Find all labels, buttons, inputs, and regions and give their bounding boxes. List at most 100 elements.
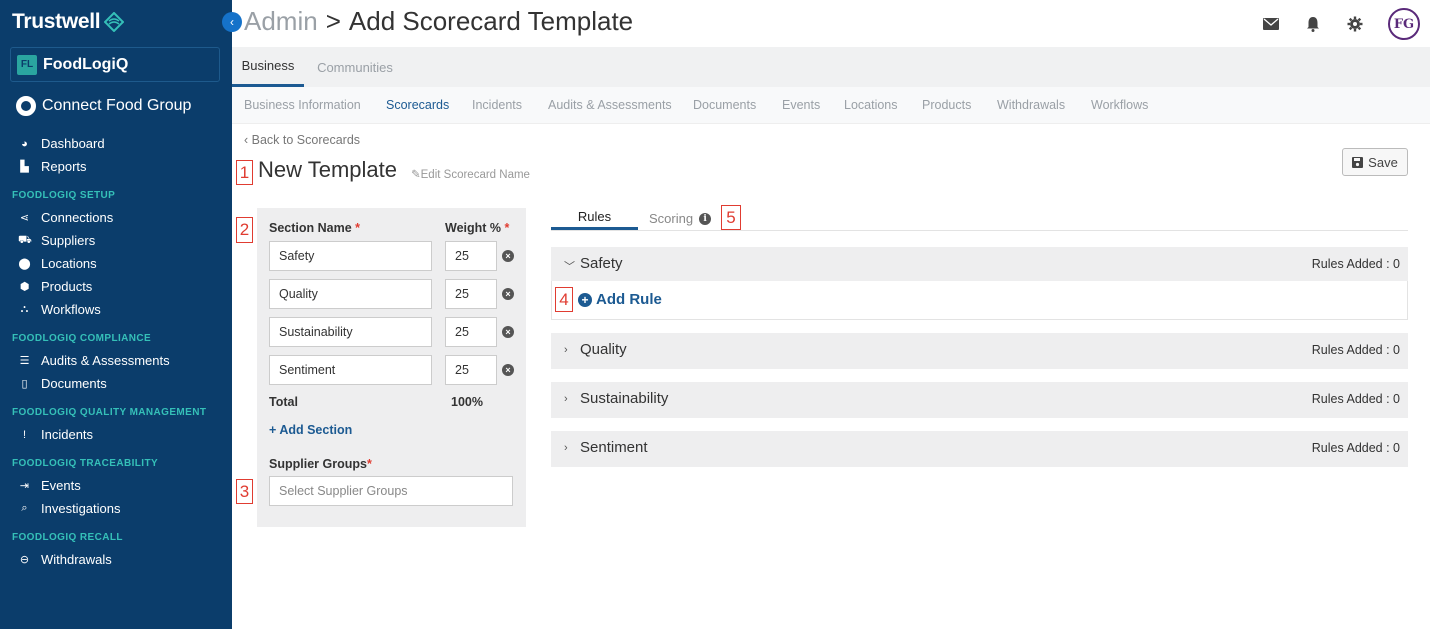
breadcrumb-admin[interactable]: Admin (244, 6, 318, 37)
tab-scoring-label: Scoring (649, 211, 694, 226)
breadcrumb-current: Add Scorecard Template (348, 6, 634, 36)
trustwell-logo[interactable]: Trustwell (12, 10, 125, 34)
tab-rules[interactable]: Rules (551, 209, 638, 230)
rules-count: Rules Added : 0 (1311, 392, 1400, 406)
sidebar-item-events[interactable]: ⇥ Events (18, 478, 81, 493)
sidebar-item-reports[interactable]: ▙ Reports (18, 159, 87, 174)
org-avatar-icon (16, 96, 36, 116)
accordion-safety-body (551, 281, 1408, 320)
section-weight-input[interactable]: 25 (445, 317, 497, 347)
rules-count: Rules Added : 0 (1311, 343, 1400, 357)
section-name-input[interactable]: Quality (269, 279, 432, 309)
marker-3: 3 (236, 479, 253, 504)
back-to-scorecards-link[interactable]: ‹ Back to Scorecards (244, 133, 360, 147)
edit-name-label: Edit Scorecard Name (420, 169, 530, 181)
weight-label: Weight % * (445, 221, 510, 235)
section-name-input[interactable]: Safety (269, 241, 432, 271)
tab-audits-assessments[interactable]: Audits & Assessments (548, 98, 672, 112)
sidebar-item-locations[interactable]: ⬤ Locations (18, 256, 97, 271)
org-switcher[interactable]: Connect Food Group (16, 96, 191, 116)
tab-communities[interactable]: Communities (312, 47, 398, 87)
product-switcher[interactable]: FL FoodLogiQ (10, 47, 220, 82)
marker-4: 4 (555, 287, 573, 312)
tab-withdrawals[interactable]: Withdrawals (997, 98, 1065, 112)
brand-name: Trustwell (12, 10, 101, 33)
trustwell-wave-icon (104, 12, 125, 32)
envelope-icon[interactable] (1262, 15, 1280, 33)
tab-incidents[interactable]: Incidents (472, 98, 522, 112)
sidebar-item-workflows[interactable]: ⛬ Workflows (18, 302, 101, 317)
sidebar-item-dashboard[interactable]: ◕ Dashboard (18, 136, 104, 151)
tab-locations[interactable]: Locations (844, 98, 898, 112)
tab-documents[interactable]: Documents (693, 98, 756, 112)
add-section-button[interactable]: + Add Section (269, 423, 352, 437)
sidebar-item-suppliers[interactable]: ⛟ Suppliers (18, 233, 95, 248)
tab-scorecards[interactable]: Scorecards (386, 98, 449, 112)
accordion-title: Quality (580, 341, 627, 358)
save-button[interactable]: Save (1342, 148, 1408, 176)
remove-section-icon[interactable]: × (502, 250, 514, 262)
pencil-icon: ✎ (411, 169, 421, 181)
sidebar-item-incidents[interactable]: ! Incidents (18, 427, 93, 442)
tab-products[interactable]: Products (922, 98, 971, 112)
sidebar-collapse-button[interactable]: ‹ (222, 12, 242, 32)
sidebar-item-audits[interactable]: ☰ Audits & Assessments (18, 353, 170, 368)
bell-icon[interactable] (1304, 15, 1322, 33)
add-rule-button[interactable]: + Add Rule (578, 291, 662, 308)
sidebar-item-label: Products (41, 279, 93, 294)
sidebar-item-label: Investigations (41, 501, 121, 516)
back-link-label: Back to Scorecards (251, 133, 361, 147)
marker-2: 2 (236, 217, 253, 243)
tab-business[interactable]: Business (232, 47, 304, 87)
tab-divider (551, 230, 1408, 231)
sidebar-item-documents[interactable]: ▯ Documents (18, 376, 106, 391)
rules-count: Rules Added : 0 (1311, 257, 1400, 271)
sidebar-item-connections[interactable]: ⋖ Connections (18, 210, 113, 225)
sidebar-item-label: Connections (41, 210, 114, 225)
plus-circle-icon: + (578, 292, 592, 307)
sidebar-item-label: Locations (41, 256, 97, 271)
accordion-sustainability[interactable]: › Sustainability Rules Added : 0 (551, 382, 1408, 418)
map-pin-icon: ⬤ (18, 258, 31, 270)
section-weight-input[interactable]: 25 (445, 279, 497, 309)
gear-icon[interactable] (1346, 15, 1364, 33)
edit-scorecard-name-link[interactable]: ✎Edit Scorecard Name (411, 167, 530, 181)
section-weight-input[interactable]: 25 (445, 241, 497, 271)
sidebar: Trustwell FL FoodLogiQ Connect Food Grou… (0, 0, 232, 629)
add-section-label: Add Section (279, 423, 353, 437)
minus-circle-icon: ⊖ (19, 554, 30, 566)
chevron-down-icon: ﹀ (564, 261, 575, 273)
tab-scoring[interactable]: Scoring i (649, 211, 712, 226)
nav-section-recall: FOODLOGIQ RECALL (12, 532, 123, 543)
exclamation-icon: ! (22, 428, 27, 441)
tab-workflows[interactable]: Workflows (1091, 98, 1148, 112)
tab-events[interactable]: Events (782, 98, 820, 112)
user-avatar[interactable]: FG (1388, 8, 1420, 40)
sidebar-item-investigations[interactable]: ⌕ Investigations (18, 501, 121, 516)
section-weight-input[interactable]: 25 (445, 355, 497, 385)
foodlogiq-logo-icon: FL (17, 54, 37, 75)
save-label: Save (1368, 154, 1398, 170)
nav-section-setup: FOODLOGIQ SETUP (12, 190, 116, 201)
file-icon: ▯ (21, 378, 28, 390)
accordion-safety[interactable]: ﹀ Safety Rules Added : 0 (551, 247, 1408, 283)
page-header: Admin > Add Scorecard Template FG (232, 0, 1430, 46)
remove-section-icon[interactable]: × (502, 364, 514, 376)
supplier-groups-select[interactable]: Select Supplier Groups (269, 476, 513, 506)
accordion-quality[interactable]: › Quality Rules Added : 0 (551, 333, 1408, 369)
accordion-sentiment[interactable]: › Sentiment Rules Added : 0 (551, 431, 1408, 467)
share-icon: ⋖ (19, 212, 30, 224)
plus-icon: + (269, 423, 280, 437)
sidebar-item-label: Audits & Assessments (41, 353, 170, 368)
sidebar-item-label: Reports (41, 159, 87, 174)
section-name-input[interactable]: Sustainability (269, 317, 432, 347)
page-title: New Template (258, 157, 397, 182)
sidebar-item-products[interactable]: ⬢ Products (18, 279, 93, 294)
sidebar-item-label: Suppliers (41, 233, 96, 248)
remove-section-icon[interactable]: × (502, 288, 514, 300)
section-name-input[interactable]: Sentiment (269, 355, 432, 385)
info-icon[interactable]: i (699, 212, 712, 225)
remove-section-icon[interactable]: × (502, 326, 514, 338)
sidebar-item-withdrawals[interactable]: ⊖ Withdrawals (18, 552, 112, 567)
tab-business-information[interactable]: Business Information (244, 98, 361, 112)
